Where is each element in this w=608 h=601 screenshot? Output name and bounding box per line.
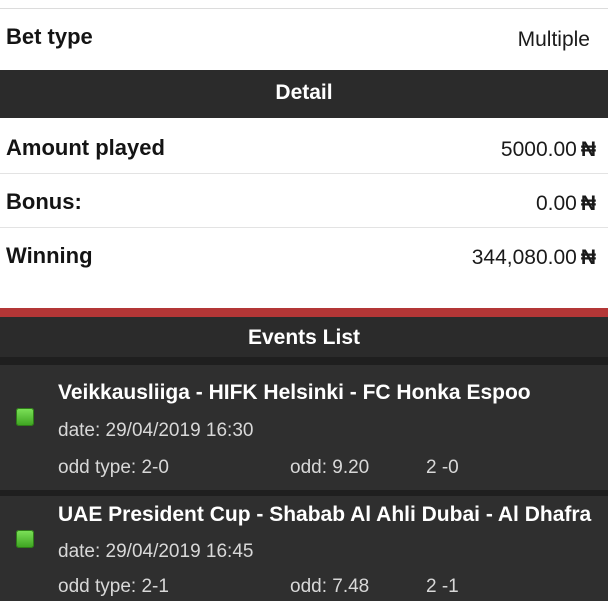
winning-value: 344,080.00 ₦: [471, 246, 596, 269]
status-won-icon: [16, 530, 34, 548]
event-odd-type: odd type: 2-1: [58, 576, 169, 597]
naira-currency-icon: ₦: [580, 192, 596, 215]
event-odd-type: odd type: 2-0: [58, 457, 169, 478]
winning-row: Winning 344,080.00 ₦: [0, 228, 608, 282]
events-header: Events List: [0, 317, 608, 357]
event-odd: odd: 9.20: [290, 457, 370, 478]
event-date: date: 29/04/2019 16:45: [58, 541, 254, 562]
status-won-icon: [16, 408, 34, 426]
event-item[interactable]: UAE President Cup - Shabab Al Ahli Dubai…: [0, 496, 608, 601]
bet-type-row: Bet type Multiple: [0, 10, 608, 70]
spacer: [0, 286, 608, 308]
event-date: date: 29/04/2019 16:30: [58, 420, 254, 441]
winning-label: Winning: [6, 243, 93, 268]
event-item[interactable]: Veikkausliiga - HIFK Helsinki - FC Honka…: [0, 365, 608, 490]
accent-divider: [0, 308, 608, 317]
event-name: Veikkausliiga - HIFK Helsinki - FC Honka…: [58, 381, 531, 404]
event-separator: [0, 357, 608, 365]
bonus-label: Bonus:: [6, 189, 82, 214]
detail-header: Detail: [0, 70, 608, 118]
events-title: Events List: [247, 326, 361, 349]
bonus-row: Bonus: 0.00 ₦: [0, 174, 608, 228]
amount-played-row: Amount played 5000.00 ₦: [0, 120, 608, 174]
bet-type-label: Bet type: [6, 24, 93, 49]
bonus-value: 0.00 ₦: [535, 192, 596, 215]
top-divider: [0, 0, 608, 9]
bet-type-value: Multiple: [517, 28, 590, 51]
event-score: 2 -0: [426, 457, 459, 478]
event-name: UAE President Cup - Shabab Al Ahli Dubai…: [58, 503, 592, 526]
amount-played-value: 5000.00 ₦: [500, 138, 596, 161]
amount-played-label: Amount played: [6, 135, 165, 160]
naira-currency-icon: ₦: [580, 138, 596, 161]
detail-title: Detail: [275, 81, 333, 104]
naira-currency-icon: ₦: [580, 246, 596, 269]
event-score: 2 -1: [426, 576, 459, 597]
event-odd: odd: 7.48: [290, 576, 370, 597]
